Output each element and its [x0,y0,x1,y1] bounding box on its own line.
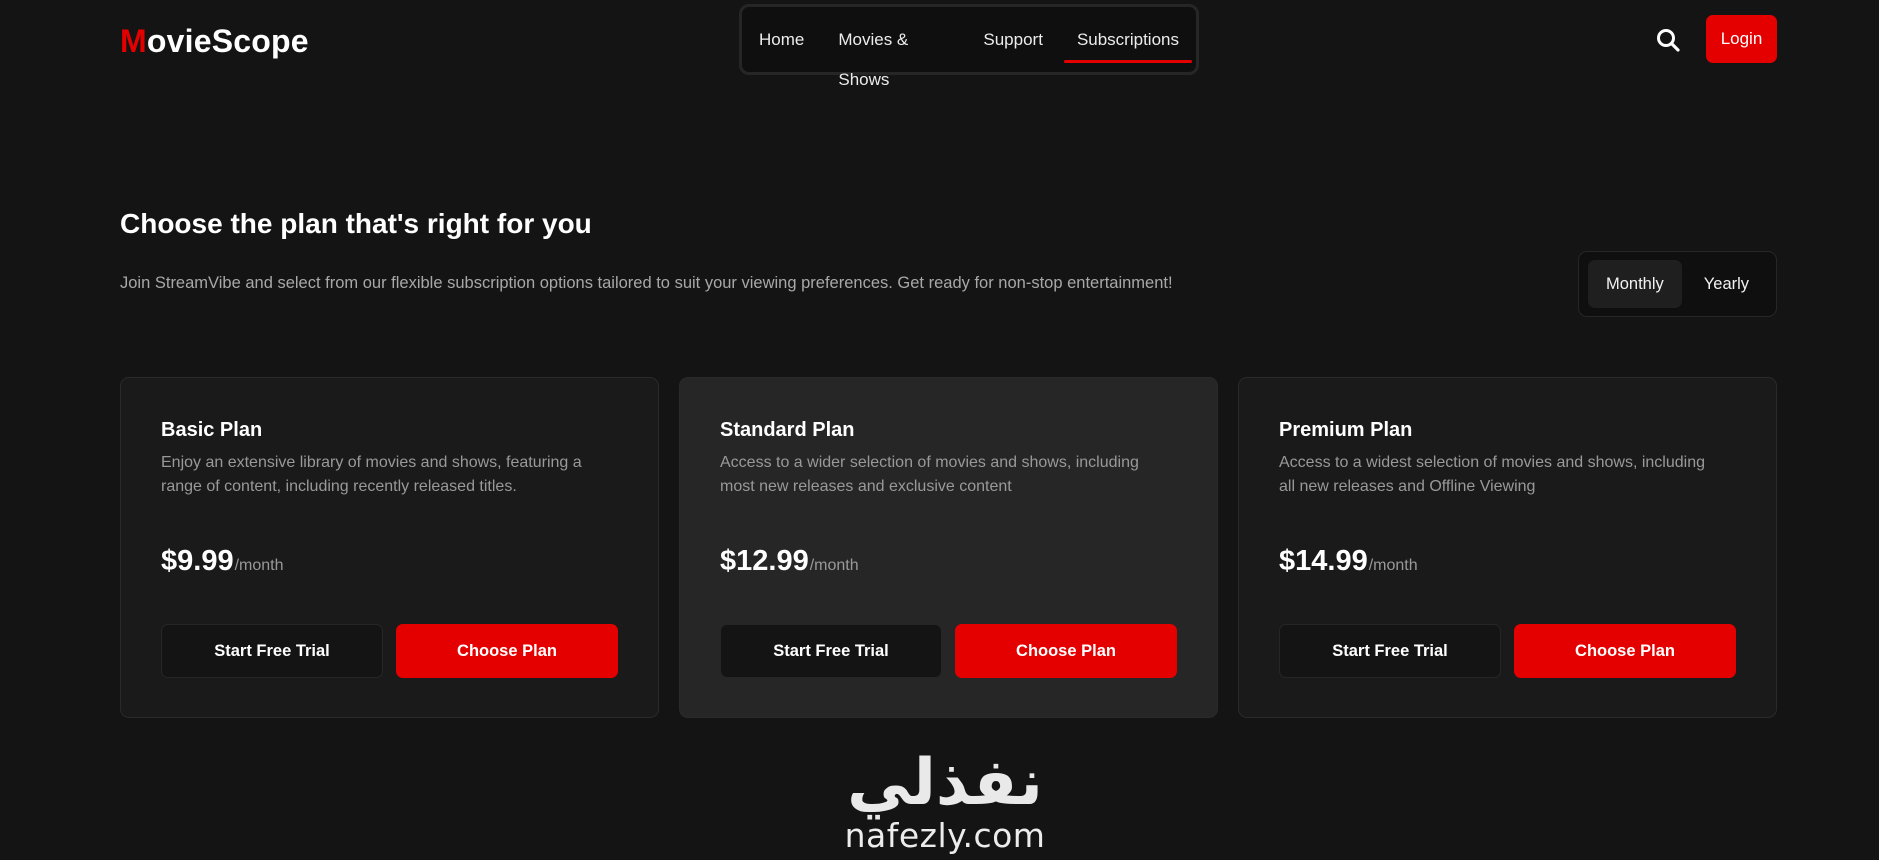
page-subtitle: Join StreamVibe and select from our flex… [120,274,1173,292]
plan-title: Basic Plan [161,419,263,441]
plan-card-basic: Basic Plan Enjoy an extensive library of… [120,377,659,718]
plan-card-premium: Premium Plan Access to a widest selectio… [1238,377,1777,718]
watermark-arabic: نفذلي [847,746,1043,820]
choose-plan-button[interactable]: Choose Plan [1514,624,1736,678]
logo[interactable]: MovieScope [120,20,309,62]
price-period: /month [234,557,284,574]
price-amount: $14.99 [1279,545,1368,577]
logo-text: ovieScope [146,23,309,59]
choose-plan-button[interactable]: Choose Plan [396,624,618,678]
price-period: /month [809,557,859,574]
start-free-trial-button[interactable]: Start Free Trial [720,624,942,678]
plan-description: Access to a wider selection of movies an… [720,454,1139,495]
price-amount: $9.99 [161,545,234,577]
choose-plan-button[interactable]: Choose Plan [955,624,1177,678]
billing-toggle: Monthly Yearly [1578,251,1777,317]
plan-card-standard: Standard Plan Access to a wider selectio… [679,377,1218,718]
nav-subscriptions[interactable]: Subscriptions [1060,20,1196,63]
search-icon[interactable] [1655,27,1681,53]
logo-letter: M [120,23,147,59]
login-button[interactable]: Login [1706,15,1777,63]
nav-home[interactable]: Home [742,20,821,60]
billing-monthly[interactable]: Monthly [1588,260,1682,308]
plan-title: Premium Plan [1279,419,1413,441]
plan-price: $12.99 /month [720,545,859,578]
price-period: /month [1368,557,1418,574]
plan-description: Enjoy an extensive library of movies and… [161,454,582,495]
nav-movies-shows[interactable]: Movies & Shows [821,20,966,89]
plan-price: $14.99 /month [1279,545,1418,578]
plan-title: Standard Plan [720,419,855,441]
start-free-trial-button[interactable]: Start Free Trial [161,624,383,678]
main-nav: Home Movies & Shows Support Subscription… [739,4,1199,89]
plan-description: Access to a widest selection of movies a… [1279,454,1705,495]
billing-yearly[interactable]: Yearly [1686,260,1767,308]
page-title: Choose the plan that's right for you [120,208,592,239]
price-amount: $12.99 [720,545,809,577]
subscriptions-page: MovieScope Home Movies & Shows Support S… [0,0,1879,860]
nav-support[interactable]: Support [966,20,1060,60]
watermark-url: nafezly.com [844,816,1046,855]
start-free-trial-button[interactable]: Start Free Trial [1279,624,1501,678]
watermark: نفذلي nafezly.com [830,748,1060,860]
plan-price: $9.99 /month [161,545,284,578]
